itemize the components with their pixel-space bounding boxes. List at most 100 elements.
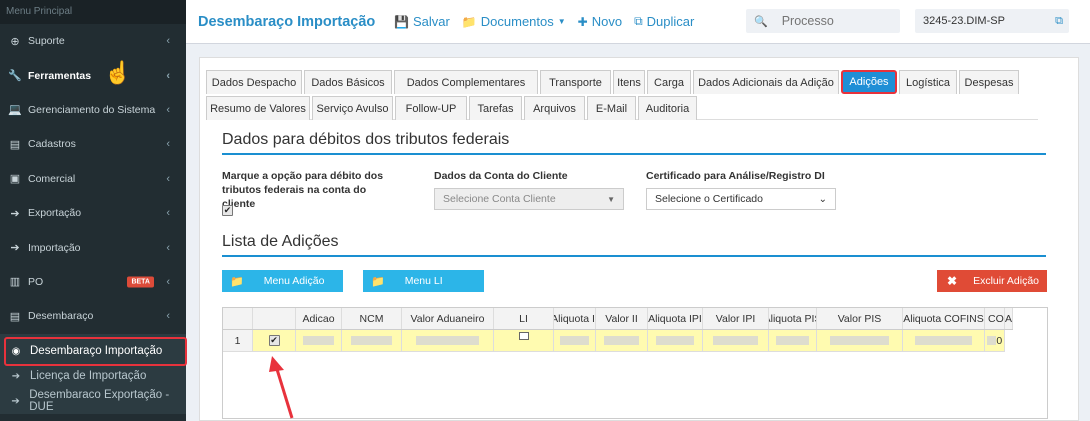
circle-arrow-icon: ➔ [11, 395, 20, 407]
grid-header-cell[interactable]: Valor Aduaneiro [402, 308, 494, 329]
tab-carga[interactable]: Carga [647, 70, 691, 94]
folder-icon: 📁 [371, 275, 385, 288]
grid-header-cell[interactable]: Valor IPI [703, 308, 769, 329]
certificado-label: Certificado para Análise/Registro DI [646, 170, 825, 182]
grid-header-cell[interactable]: Aliquota IPI [648, 308, 703, 329]
save-icon: 💾 [394, 14, 409, 29]
tab-adi-es[interactable]: Adições [841, 70, 897, 94]
tab-itens[interactable]: Itens [613, 70, 645, 94]
grid-header-blank[interactable] [223, 308, 253, 329]
tab-dados-despacho[interactable]: Dados Despacho [206, 70, 302, 94]
excluir-adicao-button[interactable]: ✖ Excluir Adição [937, 270, 1047, 292]
tab-despesas[interactable]: Despesas [959, 70, 1019, 94]
process-id-text: 3245-23.DIM-SP [923, 15, 1005, 27]
search-input[interactable] [781, 14, 892, 28]
sidebar-item-importa-o[interactable]: ➔ Importação ‹ [0, 230, 186, 264]
tab-dados-adicionais-da-adi-o[interactable]: Dados Adicionais da Adição [693, 70, 839, 94]
grid-header-cell[interactable]: Adicao [296, 308, 342, 329]
dot-circle-icon: ◉ [11, 345, 21, 357]
chevron-left-icon: ‹ [166, 172, 170, 185]
redacted-value [986, 336, 997, 345]
tab-log-stica[interactable]: Logística [899, 70, 957, 94]
tab-servi-o-avulso[interactable]: Serviço Avulso [312, 96, 393, 120]
toolbar-button-label: Duplicar [646, 14, 695, 29]
grid-header-cell[interactable]: NCM [342, 308, 402, 329]
conta-cliente-value: Selecione Conta Cliente [443, 193, 556, 205]
tab-auditoria[interactable]: Auditoria [638, 96, 697, 120]
grid-header-cell[interactable]: Aliquota II [554, 308, 596, 329]
grid-header-cell[interactable]: A [1005, 308, 1014, 329]
sidebar-item-cadastros[interactable]: ▤ Cadastros ‹ [0, 127, 186, 161]
li-checkbox[interactable] [518, 331, 529, 340]
sidebar-item-exporta-o[interactable]: ➔ Exportação ‹ [0, 196, 186, 230]
sidebar-subitem-1[interactable]: ➔ Licença de Importação [0, 364, 186, 389]
circle-arrow-icon: ➔ [10, 207, 20, 220]
folder-icon: 📁 [461, 14, 477, 29]
chevron-left-icon: ‹ [166, 103, 170, 116]
copy-icon: ⧉ [634, 14, 643, 28]
grid-header-cell[interactable]: Valor COFINS [985, 308, 1005, 329]
hand-pointer-icon: ☝ [104, 60, 132, 85]
tab-arquivos[interactable]: Arquivos [524, 96, 585, 120]
table-row[interactable]: 1 ✔ 0 [223, 330, 1005, 352]
tab-tarefas[interactable]: Tarefas [469, 96, 522, 120]
top-toolbar: Desembaraço Importação 💾 Salvar 📁 Documento… [186, 0, 1090, 44]
circle-arrow-icon: ➔ [10, 242, 20, 255]
chevron-left-icon: ‹ [166, 138, 170, 151]
redacted-value [915, 336, 972, 345]
documentos-button[interactable]: 📁 Documentos ▼ [462, 14, 566, 29]
grid-header-cell[interactable]: Valor II [596, 308, 648, 329]
sidebar-item-label: Gerenciamento do Sistema [28, 103, 156, 116]
tab-e-mail[interactable]: E-Mail [587, 96, 636, 120]
chevron-left-icon: ‹ [166, 310, 170, 323]
grid-cell [554, 330, 596, 351]
novo-button[interactable]: ✚ Novo [578, 14, 622, 29]
process-id-field[interactable]: 3245-23.DIM-SP ⧉ [915, 9, 1069, 33]
grid-cell [769, 330, 817, 351]
caret-down-icon: ▼ [607, 194, 615, 204]
grid-header-cell[interactable]: Valor PIS [817, 308, 903, 329]
sidebar-item-suporte[interactable]: ⊕ Suporte ‹ [0, 24, 186, 58]
sidebar-subitem-2[interactable]: ➔ Desembaraco Exportação - DUE [0, 389, 186, 414]
tab-resumo-de-valores[interactable]: Resumo de Valores [206, 96, 310, 120]
grid-header-cell[interactable]: LI [494, 308, 554, 329]
chevron-left-icon: ‹ [166, 69, 170, 82]
sidebar-item-po[interactable]: ▥ PO BETA ‹ [0, 265, 186, 299]
sidebar-item-gerenciamento-do-sistema[interactable]: 💻 Gerenciamento do Sistema ‹ [0, 93, 186, 127]
grid-header-blank[interactable] [253, 308, 296, 329]
process-search[interactable]: 🔍 [746, 9, 900, 33]
sidebar-item-ferramentas[interactable]: 🔧 Ferramentas ‹ [0, 58, 186, 92]
grid-header-cell[interactable]: Aliquota COFINS [903, 308, 985, 329]
certificado-select[interactable]: Selecione o Certificado ⌄ [646, 188, 836, 210]
sidebar-item-label: Cadastros [28, 138, 76, 151]
grid-header-row: AdicaoNCMValor AduaneiroLIAliquota IIVal… [223, 308, 1014, 330]
menu-li-button[interactable]: 📁 Menu LI [363, 270, 484, 292]
sidebar-item-comercial[interactable]: ▣ Comercial ‹ [0, 162, 186, 196]
sidebar-subitem-label: Licença de Importação [30, 370, 147, 383]
sidebar-item-label: Exportação [28, 207, 82, 220]
grid-cell [817, 330, 903, 351]
tab-follow-up[interactable]: Follow-UP [395, 96, 467, 120]
duplicar-button[interactable]: ⧉ Duplicar [634, 14, 694, 29]
toolbar-button-label: Salvar [412, 14, 450, 29]
sidebar-subitem-0[interactable]: ◉ Desembaraço Importação [0, 336, 187, 366]
caret-down-icon: ▼ [557, 17, 566, 26]
tab-dados-complementares[interactable]: Dados Complementares [394, 70, 538, 94]
tab-dados-b-sicos[interactable]: Dados Básicos [304, 70, 392, 94]
sidebar-item-desembara-o[interactable]: ▤ Desembaraço ‹ [0, 299, 186, 333]
book-icon: ▤ [9, 138, 21, 151]
adicoes-section-title: Lista de Adições [222, 233, 339, 250]
chevron-left-icon: ‹ [166, 275, 170, 288]
beta-badge: BETA [127, 276, 154, 288]
copy-icon[interactable]: ⧉ [1055, 15, 1063, 28]
sidebar-item-label: Desembaraço [28, 310, 94, 323]
annotation-arrow [269, 356, 294, 419]
conta-cliente-select[interactable]: Selecione Conta Cliente ▼ [434, 188, 624, 210]
grid-header-cell[interactable]: Aliquota PIS [769, 308, 817, 329]
row-select-checkbox[interactable]: ✔ [268, 335, 280, 346]
folder-icon: 📁 [230, 275, 244, 288]
debito-checkbox[interactable]: ✔ [222, 205, 233, 216]
menu-adicao-button[interactable]: 📁 Menu Adição [222, 270, 343, 292]
salvar-button[interactable]: 💾 Salvar [394, 14, 450, 29]
tab-transporte[interactable]: Transporte [540, 70, 611, 94]
